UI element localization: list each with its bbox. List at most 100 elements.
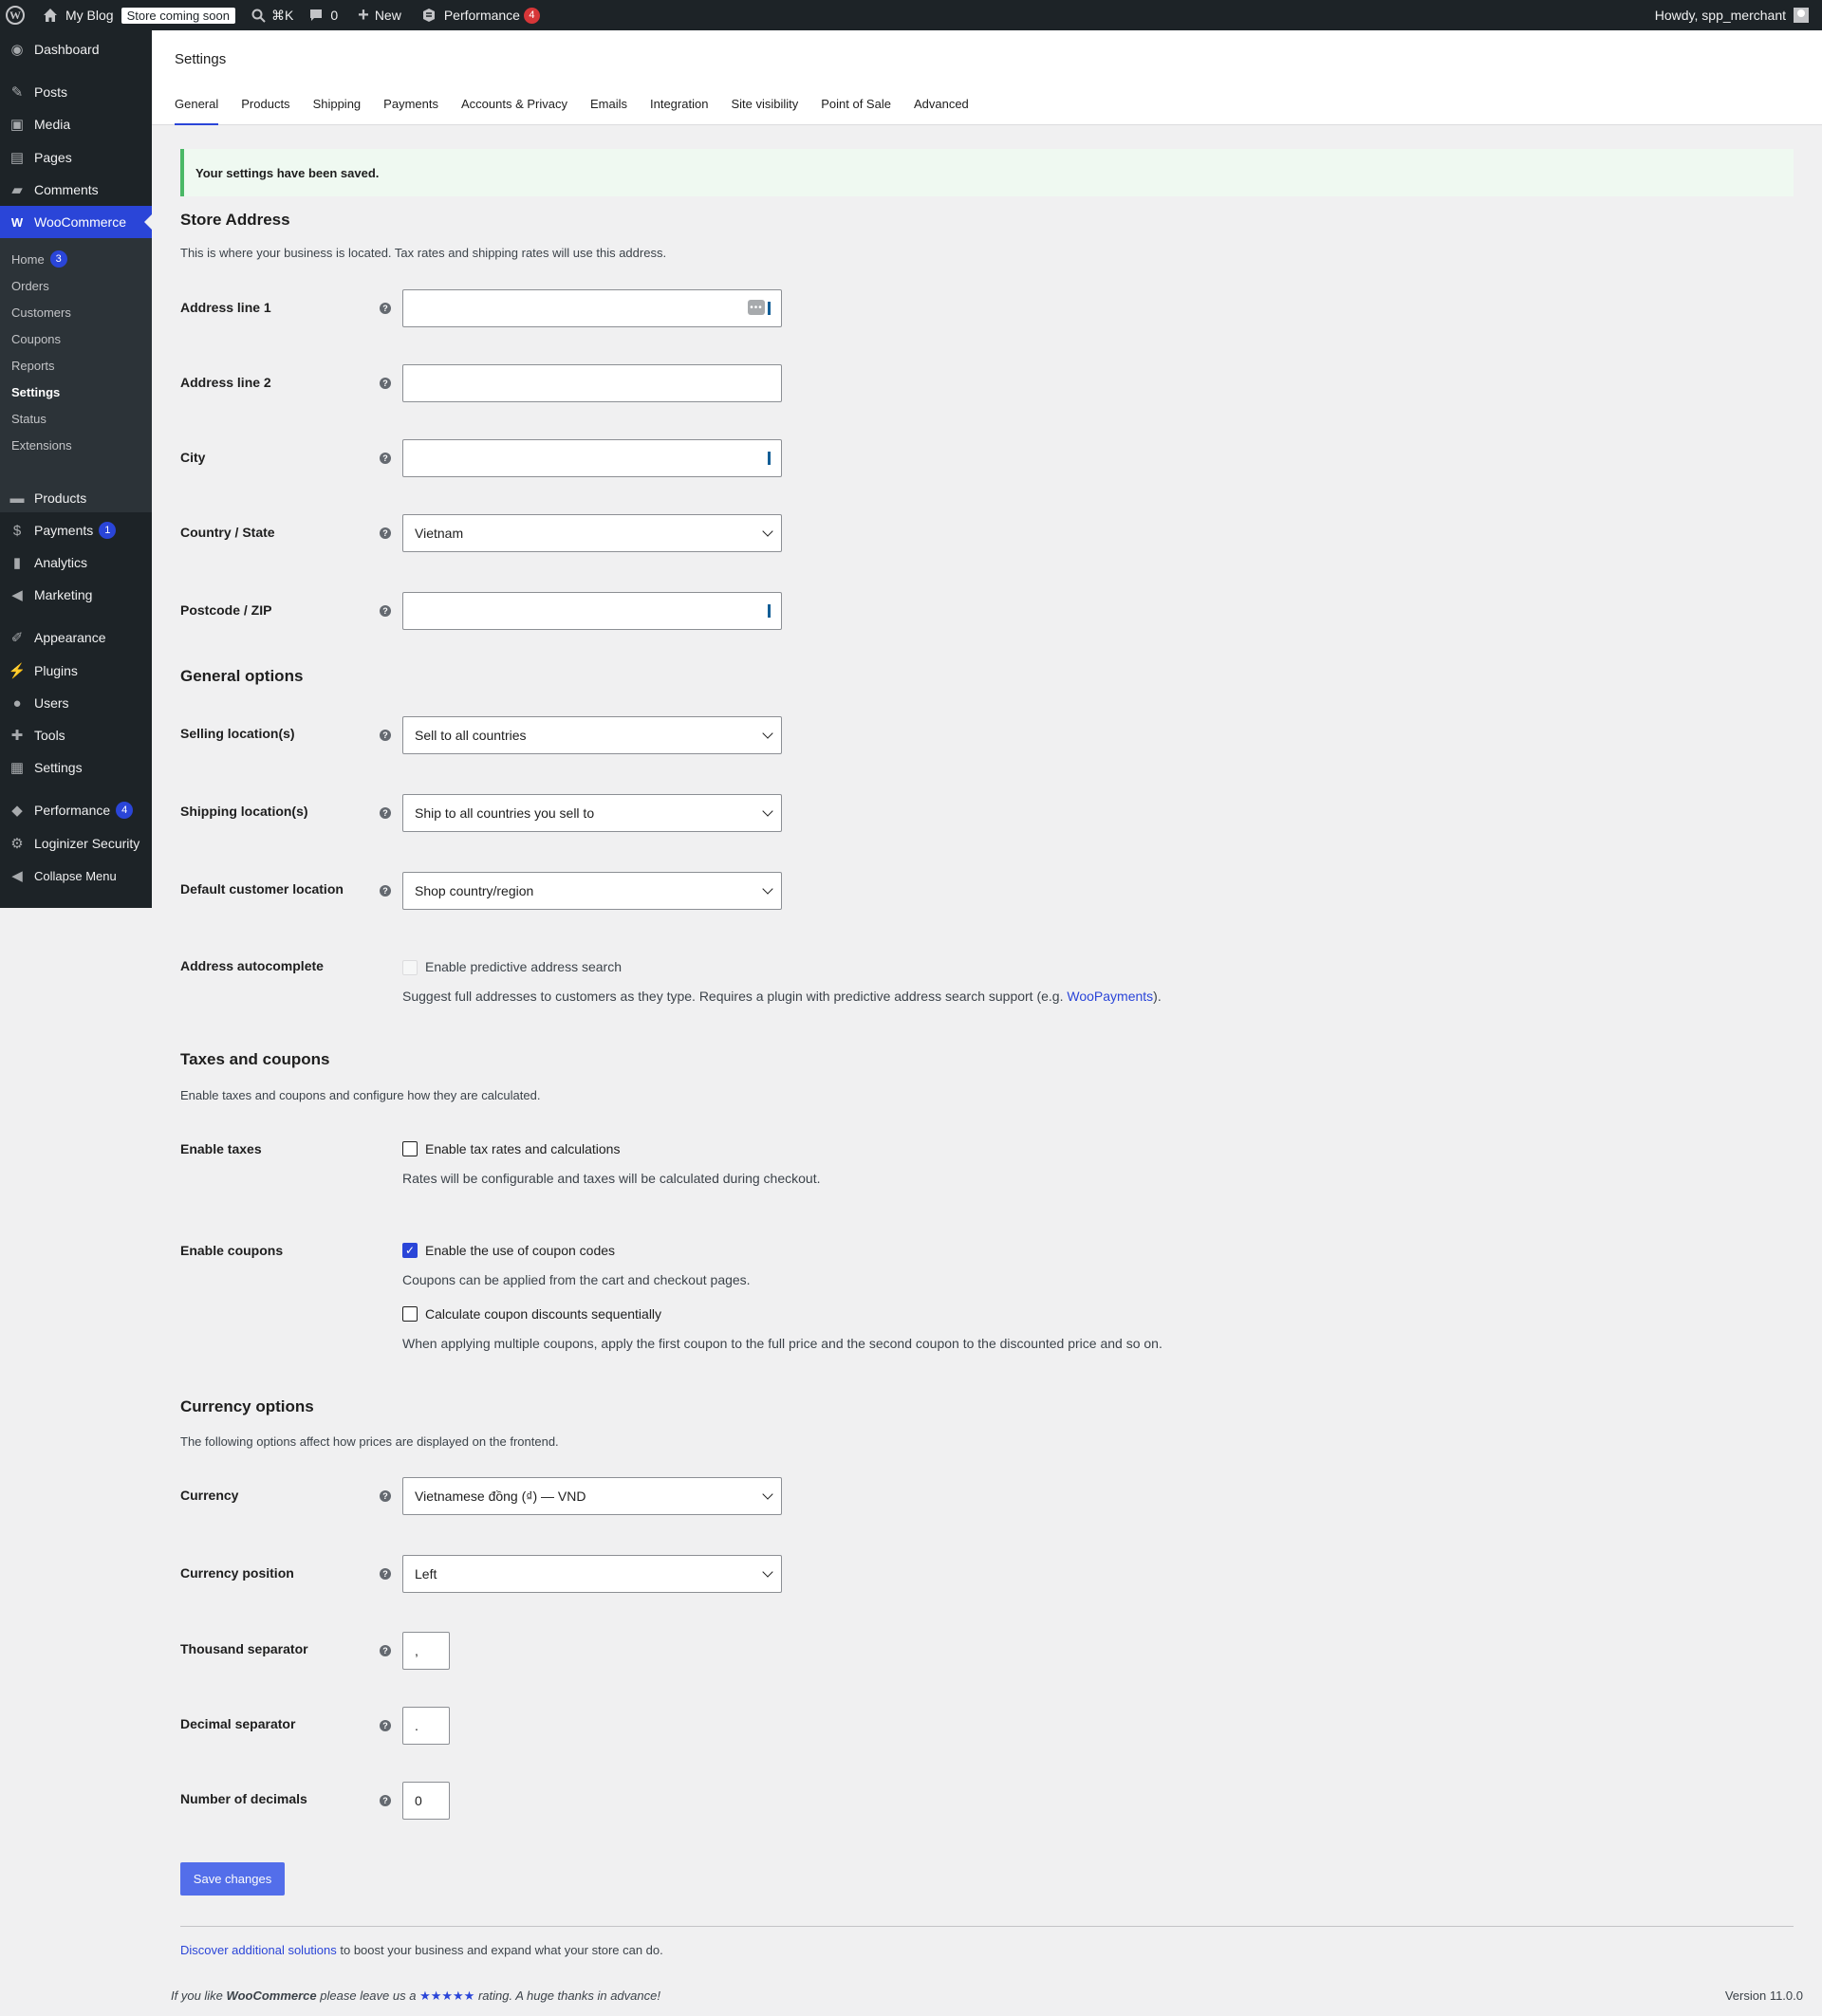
- help-icon[interactable]: ?: [380, 1490, 391, 1502]
- menu-item-dashboard[interactable]: ◉ Dashboard: [0, 36, 152, 63]
- help-icon[interactable]: ?: [380, 730, 391, 741]
- submenu-item-settings[interactable]: Settings: [11, 385, 60, 399]
- submenu-item-reports[interactable]: Reports: [11, 359, 55, 373]
- thousand-separator-input[interactable]: ,: [402, 1632, 450, 1670]
- tab-accounts-privacy[interactable]: Accounts & Privacy: [461, 97, 567, 125]
- submenu-item-coupons[interactable]: Coupons: [11, 332, 61, 346]
- enable-coupons-checkbox-label: Enable the use of coupon codes: [425, 1243, 616, 1258]
- tab-shipping[interactable]: Shipping: [313, 97, 362, 125]
- password-manager-icon[interactable]: •••: [748, 300, 765, 315]
- menu-item-pages[interactable]: ▤ Pages: [0, 144, 152, 171]
- selling-locations-select[interactable]: Sell to all countries: [402, 716, 782, 754]
- help-icon[interactable]: ?: [380, 885, 391, 897]
- submenu-item-orders[interactable]: Orders: [11, 279, 49, 293]
- discover-solutions-link[interactable]: Discover additional solutions: [180, 1943, 337, 1957]
- admin-bar: W My Blog Store coming soon ⌘K 0 + New P…: [0, 0, 1822, 30]
- enable-taxes-checkbox[interactable]: [402, 1141, 418, 1156]
- menu-item-performance[interactable]: ◆ Performance 4: [0, 797, 152, 823]
- help-icon[interactable]: ?: [380, 453, 391, 464]
- tab-payments[interactable]: Payments: [383, 97, 438, 125]
- sequential-coupons-checkbox[interactable]: [402, 1306, 418, 1322]
- help-icon[interactable]: ?: [380, 1645, 391, 1656]
- submenu-item-status[interactable]: Status: [11, 412, 46, 426]
- postcode-input[interactable]: [402, 592, 782, 630]
- autofill-icon[interactable]: [768, 452, 776, 465]
- menu-item-analytics[interactable]: ▮ Analytics: [0, 549, 152, 576]
- address-line-2-input[interactable]: [402, 364, 782, 402]
- help-icon[interactable]: ?: [380, 1568, 391, 1580]
- help-icon[interactable]: ?: [380, 807, 391, 819]
- address-autocomplete-checkbox[interactable]: [402, 960, 418, 975]
- menu-item-tools[interactable]: ✚ Tools: [0, 722, 152, 749]
- number-of-decimals-input[interactable]: 0: [402, 1782, 450, 1820]
- menu-item-marketing[interactable]: ◀ Marketing: [0, 582, 152, 608]
- city-label: City: [180, 450, 206, 465]
- menu-item-media[interactable]: ▣ Media: [0, 111, 152, 138]
- wp-logo-menu[interactable]: W: [0, 0, 31, 30]
- comments-menu[interactable]: 0: [300, 0, 344, 30]
- default-customer-location-select[interactable]: Shop country/region: [402, 872, 782, 910]
- menu-item-users[interactable]: ● Users: [0, 690, 152, 716]
- tab-integration[interactable]: Integration: [650, 97, 708, 125]
- tab-point-of-sale[interactable]: Point of Sale: [821, 97, 891, 125]
- tab-advanced[interactable]: Advanced: [914, 97, 969, 125]
- tab-products[interactable]: Products: [241, 97, 289, 125]
- menu-item-settings[interactable]: ▦ Settings: [0, 754, 152, 781]
- command-palette-button[interactable]: ⌘K: [242, 0, 300, 30]
- address-line-1-input[interactable]: •••: [402, 289, 782, 327]
- user-account-menu[interactable]: Howdy, spp_merchant: [1648, 0, 1822, 30]
- menu-item-comments[interactable]: ▰ Comments: [0, 176, 152, 203]
- help-icon[interactable]: ?: [380, 303, 391, 314]
- comments-count: 0: [330, 8, 339, 23]
- help-icon[interactable]: ?: [380, 605, 391, 617]
- enable-coupons-checkbox[interactable]: ✓: [402, 1243, 418, 1258]
- city-input[interactable]: [402, 439, 782, 477]
- dashboard-icon: ◉: [10, 42, 24, 58]
- default-customer-location-label: Default customer location: [180, 881, 344, 897]
- menu-label: Payments: [34, 523, 94, 538]
- collapse-menu-button[interactable]: ◀ Collapse Menu: [0, 862, 152, 889]
- submenu-item-extensions[interactable]: Extensions: [11, 438, 72, 453]
- shipping-locations-select[interactable]: Ship to all countries you sell to: [402, 794, 782, 832]
- tab-general[interactable]: General: [175, 97, 219, 125]
- woocommerce-icon: W: [10, 214, 24, 230]
- currency-position-select[interactable]: Left: [402, 1555, 782, 1593]
- autofill-icon[interactable]: [768, 604, 776, 618]
- menu-label: Analytics: [34, 555, 88, 570]
- menu-item-payments[interactable]: $ Payments 1: [0, 517, 152, 544]
- rating-stars-link[interactable]: ★★★★★: [419, 1988, 474, 2003]
- store-coming-soon-badge[interactable]: Store coming soon: [121, 7, 235, 24]
- help-icon[interactable]: ?: [380, 527, 391, 539]
- menu-item-posts[interactable]: ✎ Posts: [0, 79, 152, 105]
- pin-icon: ✎: [10, 84, 24, 101]
- store-address-heading: Store Address: [180, 211, 290, 229]
- autofill-icon[interactable]: [768, 302, 776, 315]
- menu-item-loginizer[interactable]: ⚙ Loginizer Security: [0, 830, 152, 857]
- sequential-coupons-hint: When applying multiple coupons, apply th…: [402, 1336, 1162, 1351]
- submenu-item-customers[interactable]: Customers: [11, 305, 71, 320]
- tab-emails[interactable]: Emails: [590, 97, 627, 125]
- performance-menu[interactable]: Performance 4: [408, 0, 547, 30]
- currency-select[interactable]: Vietnamese đồng (₫) — VND: [402, 1477, 782, 1515]
- new-content-menu[interactable]: + New: [344, 0, 408, 30]
- menu-label: Tools: [34, 728, 65, 743]
- paintbrush-icon: ✐: [10, 630, 24, 646]
- help-icon[interactable]: ?: [380, 1720, 391, 1731]
- site-name-menu[interactable]: My Blog Store coming soon: [31, 0, 242, 30]
- save-changes-button[interactable]: Save changes: [180, 1862, 285, 1896]
- help-icon[interactable]: ?: [380, 1795, 391, 1806]
- help-icon[interactable]: ?: [380, 378, 391, 389]
- search-icon: [251, 9, 266, 23]
- tab-site-visibility[interactable]: Site visibility: [731, 97, 798, 125]
- decimal-separator-input[interactable]: .: [402, 1707, 450, 1745]
- menu-item-plugins[interactable]: ⚡ Plugins: [0, 657, 152, 684]
- country-state-select[interactable]: Vietnam: [402, 514, 782, 552]
- menu-item-appearance[interactable]: ✐ Appearance: [0, 624, 152, 651]
- menu-item-woocommerce[interactable]: W WooCommerce: [0, 206, 152, 238]
- woopayments-link[interactable]: WooPayments: [1067, 989, 1153, 1004]
- menu-item-products[interactable]: ▬ Products: [0, 485, 152, 511]
- submenu-item-home[interactable]: Home 3: [11, 250, 67, 268]
- menu-label: Dashboard: [34, 42, 100, 57]
- howdy-text: Howdy, spp_merchant: [1654, 8, 1786, 23]
- footer-text: rating. A huge thanks in advance!: [474, 1988, 660, 2003]
